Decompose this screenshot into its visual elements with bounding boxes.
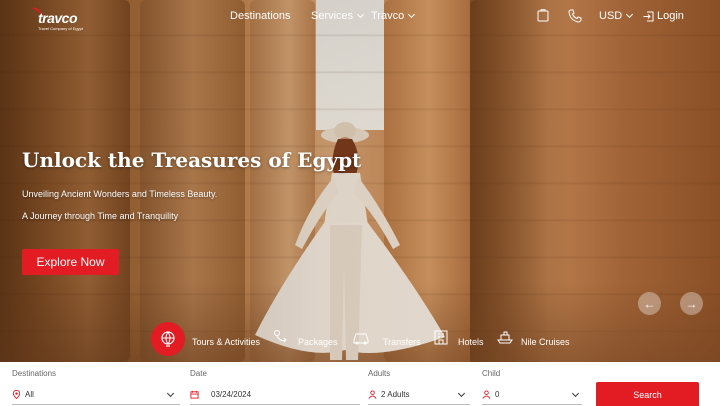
carousel-next-button[interactable]: → [680, 292, 703, 315]
nav-services[interactable]: Services [311, 10, 365, 22]
child-value: 0 [495, 390, 500, 399]
hero-overlay [0, 0, 720, 362]
login-label: Login [657, 10, 684, 22]
login-icon [643, 11, 654, 21]
destinations-label: Destinations [12, 369, 57, 378]
date-input[interactable]: 03/24/2024 [190, 390, 251, 399]
login-button[interactable]: Login [643, 10, 684, 22]
phone-icon[interactable] [568, 9, 582, 23]
child-label: Child [482, 369, 501, 378]
currency-selector[interactable]: USD [599, 10, 634, 22]
calendar-icon [190, 390, 199, 399]
nav-travco[interactable]: Travco [371, 10, 416, 22]
hero-title: Unlock the Treasures of Egypt [22, 148, 362, 172]
car-icon [353, 333, 369, 345]
cart-icon[interactable] [536, 9, 550, 23]
cruise-icon [497, 331, 513, 344]
tours-icon [161, 331, 175, 347]
location-pin-icon [12, 390, 21, 399]
chevron-down-icon [408, 10, 416, 19]
arrow-left-icon: ← [643, 296, 656, 311]
date-value: 03/24/2024 [211, 390, 252, 399]
currency-label: USD [599, 10, 623, 22]
destinations-value: All [25, 390, 34, 399]
person-icon [482, 390, 491, 399]
hotel-icon [434, 330, 448, 345]
field-underline [482, 404, 582, 405]
person-icon [368, 390, 377, 399]
top-navigation: Destinations Services Travco USD Login [0, 9, 720, 26]
destinations-select[interactable]: All [12, 390, 34, 399]
carousel-prev-button[interactable]: ← [638, 292, 661, 315]
adults-select[interactable]: 2 Adults [368, 390, 409, 399]
arrow-right-icon: → [685, 296, 698, 311]
child-select[interactable]: 0 [482, 390, 499, 399]
tab-transfers[interactable]: Transfers [383, 337, 421, 347]
tab-tours-activities[interactable]: Tours & Activities [192, 337, 260, 347]
field-underline [368, 404, 470, 405]
nav-destinations[interactable]: Destinations [230, 10, 291, 22]
hero-subtitle-1: Unveiling Ancient Wonders and Timeless B… [22, 189, 218, 199]
hero-banner [0, 0, 720, 362]
packages-icon [274, 330, 287, 343]
nav-services-label: Services [311, 10, 354, 22]
search-button[interactable]: Search [596, 382, 699, 406]
nav-destinations-label: Destinations [230, 10, 291, 22]
tab-packages[interactable]: Packages [298, 337, 338, 347]
tab-tours-icon-circle[interactable] [151, 322, 185, 356]
nav-travco-label: Travco [371, 10, 405, 22]
explore-now-button[interactable]: Explore Now [22, 249, 119, 275]
logo-tagline: Travel Company of Egypt [38, 26, 83, 31]
chevron-down-icon [357, 10, 365, 19]
tab-nile-cruises[interactable]: Nile Cruises [521, 337, 570, 347]
chevron-down-icon [626, 10, 634, 19]
adults-label: Adults [368, 369, 391, 378]
tab-hotels[interactable]: Hotels [458, 337, 484, 347]
date-label: Date [190, 369, 207, 378]
field-underline [12, 404, 180, 405]
field-underline [190, 404, 360, 405]
hero-subtitle-2: A Journey through Time and Tranquility [22, 211, 179, 221]
adults-value: 2 Adults [381, 390, 410, 399]
